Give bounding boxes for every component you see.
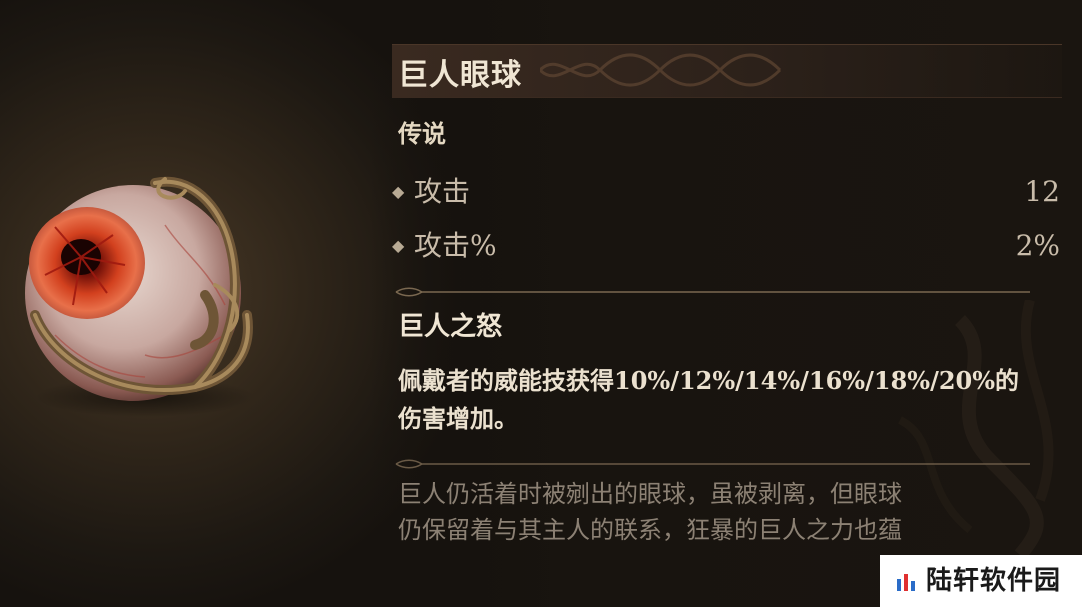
title-ornament	[540, 53, 782, 87]
stat-row-attack-percent: ◆ 攻击% 2%	[392, 226, 1060, 266]
item-rarity: 传说	[398, 119, 446, 148]
diamond-bullet-icon: ◆	[392, 236, 405, 255]
watermark-logo-icon	[897, 574, 915, 591]
stat-value: 12	[1024, 175, 1060, 208]
aspect-description-line: 佩戴者的威能技获得10%/12%/14%/16%/18%/20%的	[398, 366, 1020, 395]
flavor-line: 巨人仍活着时被剜出的眼球，虽被剥离，但眼球	[398, 480, 902, 508]
aspect-description: 佩戴者的威能技获得10%/12%/14%/16%/18%/20%的 伤害增加。	[398, 362, 1058, 438]
flavor-text: 巨人仍活着时被剜出的眼球，虽被剥离，但眼球 仍保留着与其主人的联系，狂暴的巨人之…	[398, 476, 1048, 548]
item-name: 巨人眼球	[398, 58, 522, 93]
diamond-bullet-icon: ◆	[392, 182, 405, 201]
stat-label: 攻击%	[414, 229, 497, 262]
stat-row-attack: ◆ 攻击 12	[392, 172, 1060, 212]
stat-value: 2%	[1015, 229, 1060, 262]
flavor-line: 仍保留着与其主人的联系，狂暴的巨人之力也蕴	[398, 516, 902, 544]
stat-label: 攻击	[414, 175, 471, 208]
aspect-name: 巨人之怒	[398, 312, 503, 342]
watermark: 陆轩软件园	[880, 555, 1082, 607]
eyeball-item-icon	[25, 176, 255, 417]
section-divider	[395, 287, 1030, 297]
watermark-text: 陆轩软件园	[926, 566, 1062, 596]
aspect-description-line: 伤害增加。	[398, 404, 518, 433]
section-divider	[395, 459, 1030, 469]
